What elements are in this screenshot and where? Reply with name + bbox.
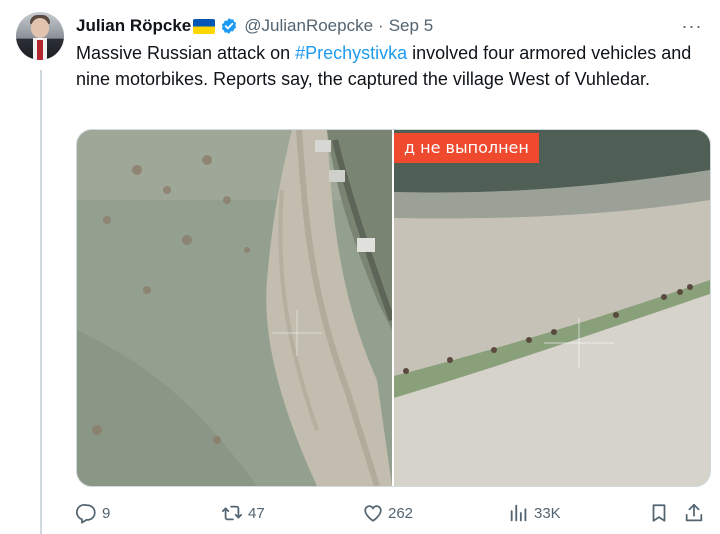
aerial-field-motorbikes-image [394, 130, 710, 486]
avatar-tie [37, 40, 43, 60]
verified-badge-icon[interactable] [220, 17, 238, 35]
like-icon [362, 502, 384, 524]
bookmark-icon [648, 502, 670, 524]
share-button[interactable] [683, 501, 705, 525]
author-name[interactable]: Julian Röpcke [76, 16, 191, 36]
hashtag-link[interactable]: #Prechystivka [295, 43, 407, 63]
reply-count: 9 [102, 504, 111, 522]
separator-dot: · [378, 16, 384, 35]
like-count: 262 [388, 504, 414, 522]
repost-count: 47 [248, 504, 265, 522]
reply-icon [76, 502, 98, 524]
media-image-right[interactable]: д не выполнен [394, 130, 710, 486]
tweet-text: Massive Russian attack on #Prechystivka … [76, 40, 696, 92]
ukraine-flag-icon [193, 18, 216, 34]
media-image-left[interactable] [77, 130, 392, 486]
views-count: 33K [534, 504, 561, 522]
more-icon[interactable]: ··· [680, 14, 704, 38]
like-button[interactable]: 262 [362, 501, 413, 525]
bookmark-button[interactable] [648, 501, 670, 525]
avatar-face [31, 18, 49, 38]
reply-button[interactable]: 9 [76, 501, 110, 525]
repost-icon [220, 502, 244, 524]
views-icon [508, 502, 530, 524]
views-button[interactable]: 33K [508, 501, 561, 525]
repost-button[interactable]: 47 [220, 501, 265, 525]
aerial-field-road-image [77, 130, 392, 486]
timestamp[interactable]: Sep 5 [389, 16, 433, 36]
action-bar: 9 47 262 33K [76, 501, 716, 525]
author-handle[interactable]: @JulianRoepcke [244, 16, 373, 36]
share-icon [683, 502, 705, 524]
tweet-text-start: Massive Russian attack on [76, 43, 296, 63]
video-overlay-caption: д не выполнен [394, 133, 539, 163]
avatar[interactable] [16, 12, 64, 60]
tweet-media[interactable]: д не выполнен [76, 129, 711, 487]
tweet-header: Julian Röpcke @JulianRoepcke · Sep 5 ··· [76, 14, 704, 38]
thread-line [40, 70, 42, 534]
